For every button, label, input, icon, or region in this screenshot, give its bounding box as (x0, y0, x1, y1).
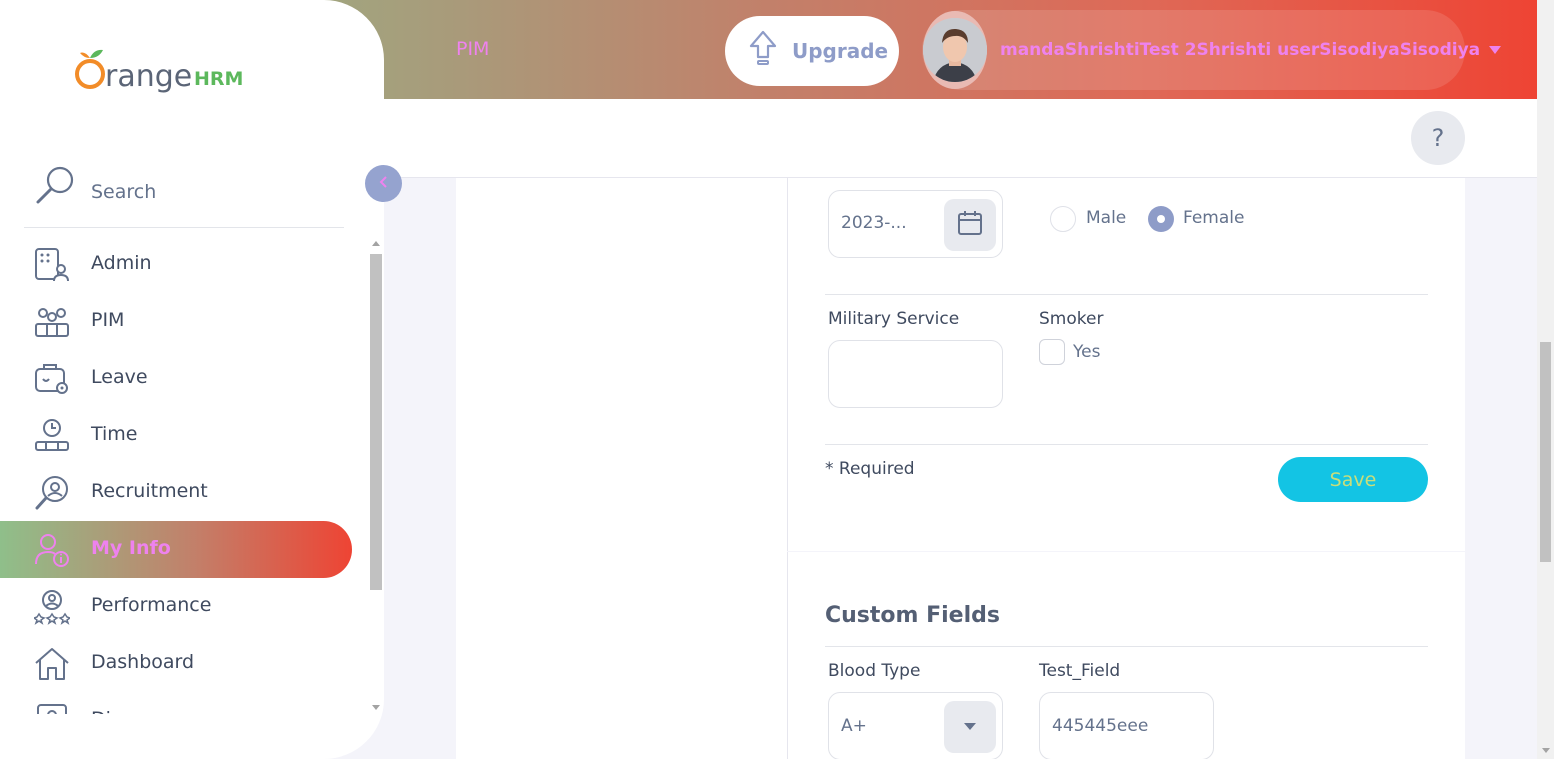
module-title: PIM (456, 38, 490, 60)
upgrade-label: Upgrade (792, 39, 889, 63)
sidebar-item-label: Dashboard (91, 651, 195, 673)
gender-male-radio[interactable] (1050, 206, 1076, 232)
smoker-checkbox[interactable] (1039, 339, 1065, 365)
chevron-left-icon (378, 174, 390, 193)
content-left-panel (456, 178, 787, 759)
smoker-label: Smoker (1039, 309, 1104, 329)
military-service-input[interactable] (828, 340, 1003, 408)
sidebar-item-dashboard[interactable]: Dashboard (0, 635, 352, 692)
user-dropdown[interactable]: mandaShrishtiTest 2Shrishti userSisodiya… (922, 10, 1502, 90)
scroll-down-arrow-icon[interactable] (372, 705, 380, 710)
sidebar-item-label: PIM (91, 309, 125, 331)
sidebar-item-label: My Info (91, 537, 171, 559)
sidebar-item-label: Di (91, 708, 111, 714)
sidebar-item-label: Performance (91, 594, 212, 616)
blood-type-label: Blood Type (828, 661, 921, 681)
page-scrollbar[interactable] (1537, 0, 1554, 759)
gender-female-label: Female (1183, 208, 1245, 228)
sidebar-item-admin[interactable]: Admin (0, 236, 352, 293)
sidebar-item-pim[interactable]: PIM (0, 293, 352, 350)
sidebar-item-time[interactable]: Time (0, 407, 352, 464)
sidebar-item-my-info[interactable]: My Info (0, 521, 352, 578)
blood-type-dropdown-button[interactable] (944, 701, 996, 753)
scroll-up-arrow-icon[interactable] (372, 241, 380, 246)
upgrade-button[interactable]: Upgrade (725, 16, 899, 86)
caret-down-icon (963, 717, 977, 737)
sidebar-item-label: Leave (91, 366, 148, 388)
user-name: mandaShrishtiTest 2Shrishti userSisodiya… (1000, 40, 1481, 60)
sub-header (384, 99, 1537, 178)
page-scrollbar-thumb[interactable] (1540, 342, 1551, 562)
sidebar-item-recruitment[interactable]: Recruitment (0, 464, 352, 521)
test-field-input[interactable]: 445445eee (1039, 692, 1214, 759)
sidebar-menu: Admin PIM Leave Time Recruitment My Info… (0, 236, 369, 714)
smoker-yes-label: Yes (1073, 342, 1101, 362)
sidebar-search[interactable]: Search (24, 160, 344, 228)
sidebar-scrollbar-thumb[interactable] (370, 254, 382, 590)
sidebar-item-label: Recruitment (91, 480, 208, 502)
sidebar-scrollbar[interactable] (369, 237, 383, 714)
save-button[interactable]: Save (1278, 457, 1428, 502)
divider (825, 294, 1428, 295)
sidebar-item-label: Admin (91, 252, 152, 274)
sidebar-collapse-button[interactable] (365, 165, 402, 202)
help-button[interactable]: ? (1411, 111, 1465, 165)
calendar-button[interactable] (944, 199, 996, 251)
blood-type-select[interactable]: A+ (828, 692, 1003, 759)
custom-fields-title: Custom Fields (825, 603, 1000, 628)
sidebar-search-label: Search (91, 181, 157, 203)
svg-text:HRM: HRM (194, 68, 243, 90)
gender-female-radio[interactable] (1148, 206, 1174, 232)
required-note: * Required (825, 459, 915, 479)
svg-text:range: range (105, 59, 192, 94)
test-field-label: Test_Field (1039, 661, 1121, 681)
sidebar-item-performance[interactable]: Performance (0, 578, 352, 635)
date-value: 2023-... (841, 213, 907, 233)
divider (825, 444, 1428, 445)
military-service-label: Military Service (828, 309, 960, 329)
sidebar-item-label: Time (91, 423, 138, 445)
avatar (923, 11, 987, 89)
orangehrm-logo: range HRM (72, 44, 252, 100)
gender-male-label: Male (1086, 208, 1127, 228)
caret-down-icon (1489, 46, 1502, 54)
scroll-down-arrow-icon[interactable] (1542, 748, 1550, 753)
sidebar: range HRM Search Admin PIM Leave Time Re… (0, 0, 384, 759)
date-of-birth-input[interactable]: 2023-... (828, 190, 1003, 258)
sidebar-item-directory[interactable]: Di (0, 692, 352, 714)
blood-type-value: A+ (841, 716, 867, 736)
divider (825, 646, 1428, 647)
upgrade-arrow-icon (747, 29, 779, 73)
calendar-icon (957, 210, 983, 240)
sidebar-item-leave[interactable]: Leave (0, 350, 352, 407)
